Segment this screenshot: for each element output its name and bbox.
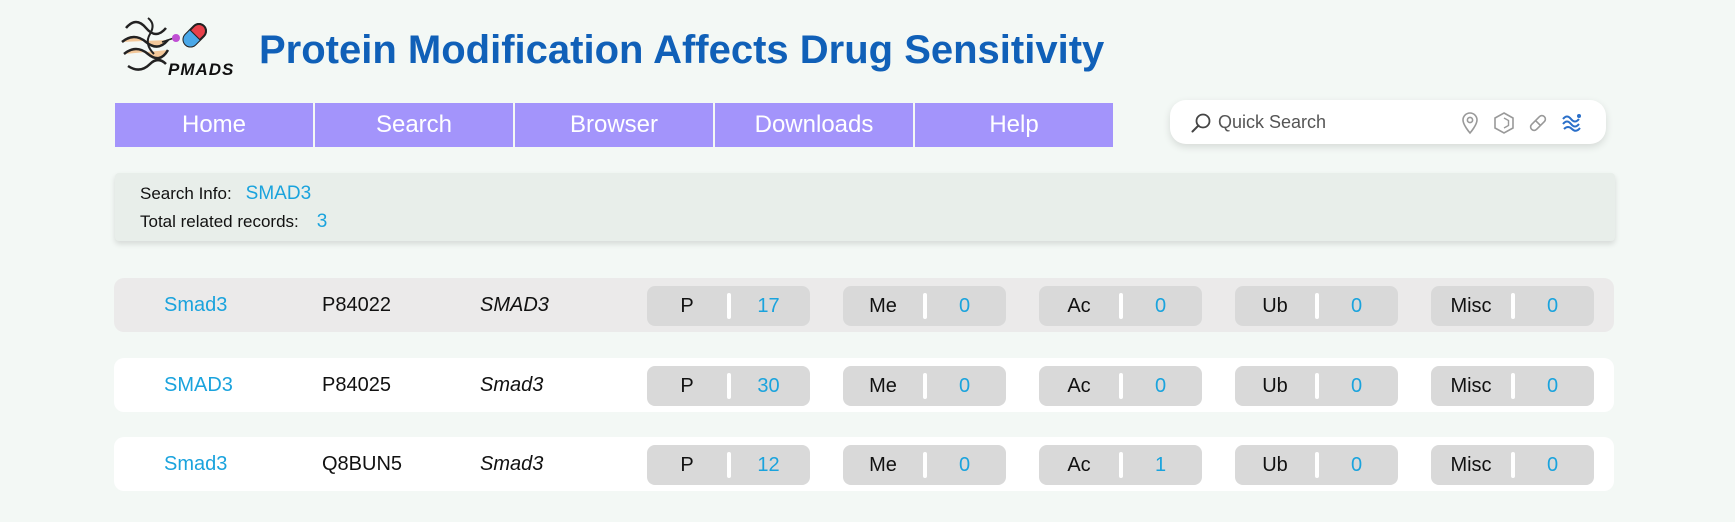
- quick-search-input[interactable]: [1218, 108, 1438, 136]
- mod-methylation[interactable]: Me 0: [843, 445, 1006, 485]
- mod-label: Me: [869, 374, 897, 397]
- mod-misc[interactable]: Misc 0: [1431, 366, 1594, 406]
- mod-count[interactable]: 0: [1123, 375, 1202, 398]
- mod-label: Me: [869, 294, 897, 317]
- mod-count[interactable]: 12: [731, 454, 810, 477]
- location-pin-icon[interactable]: [1458, 111, 1482, 135]
- mod-acetylation[interactable]: Ac 0: [1039, 286, 1202, 326]
- uniprot-accession: P84022: [322, 293, 391, 316]
- mod-count[interactable]: 0: [1123, 295, 1202, 318]
- nav-downloads[interactable]: Downloads: [715, 103, 913, 147]
- mod-label: Misc: [1450, 374, 1492, 397]
- mod-count[interactable]: 0: [1319, 454, 1398, 477]
- logo-text: PMADS: [168, 60, 235, 79]
- mod-acetylation[interactable]: Ac 0: [1039, 366, 1202, 406]
- search-info-panel: Search Info: SMAD3 Total related records:…: [115, 173, 1615, 241]
- mod-label: Ub: [1262, 294, 1288, 317]
- pmads-logo[interactable]: PMADS: [118, 14, 238, 80]
- mod-label: Ac: [1067, 453, 1091, 476]
- search-icon[interactable]: [1190, 112, 1212, 134]
- mod-label: Misc: [1450, 294, 1492, 317]
- mod-acetylation[interactable]: Ac 1: [1039, 445, 1202, 485]
- mod-ubiquitination[interactable]: Ub 0: [1235, 286, 1398, 326]
- mod-label: P: [680, 374, 694, 397]
- mod-misc[interactable]: Misc 0: [1431, 286, 1594, 326]
- result-row: Smad3 P84022 SMAD3 P 17 Me 0 Ac 0 Ub 0 Misc 0: [114, 278, 1614, 332]
- mod-misc[interactable]: Misc 0: [1431, 445, 1594, 485]
- uniprot-accession: Q8BUN5: [322, 452, 403, 475]
- mod-label: Me: [869, 453, 897, 476]
- search-info-line: Search Info: SMAD3: [140, 183, 311, 205]
- mod-count[interactable]: 0: [1319, 295, 1398, 318]
- mod-label: Ub: [1262, 374, 1288, 397]
- mod-label: Misc: [1450, 453, 1492, 476]
- mod-label: Ac: [1067, 374, 1091, 397]
- uniprot-accession: P84025: [322, 373, 391, 396]
- main-nav: Home Search Browser Downloads Help: [115, 103, 1113, 147]
- mod-count[interactable]: 0: [927, 454, 1006, 477]
- mod-label: Ac: [1067, 294, 1091, 317]
- protein-name-link[interactable]: SMAD3: [164, 358, 233, 412]
- mod-label: Ub: [1262, 453, 1288, 476]
- mod-count[interactable]: 0: [1515, 375, 1594, 398]
- mod-count[interactable]: 1: [1123, 454, 1202, 477]
- search-info-label: Search Info:: [140, 184, 232, 203]
- nav-browser[interactable]: Browser: [515, 103, 713, 147]
- mod-count[interactable]: 0: [1319, 375, 1398, 398]
- total-records-line: Total related records: 3: [140, 211, 327, 233]
- mod-count[interactable]: 0: [927, 375, 1006, 398]
- mod-ubiquitination[interactable]: Ub 0: [1235, 445, 1398, 485]
- result-row: Smad3 Q8BUN5 Smad3 P 12 Me 0 Ac 1 Ub 0 Misc 0: [114, 437, 1614, 491]
- nav-home[interactable]: Home: [115, 103, 313, 147]
- mod-count[interactable]: 0: [1515, 454, 1594, 477]
- gene-name: SMAD3: [480, 293, 549, 316]
- mod-phosphorylation[interactable]: P 17: [647, 286, 810, 326]
- mod-count[interactable]: 0: [1515, 295, 1594, 318]
- protein-structure-icon[interactable]: [1560, 111, 1584, 135]
- nav-help[interactable]: Help: [915, 103, 1113, 147]
- pill-icon[interactable]: [1526, 111, 1550, 135]
- mod-phosphorylation[interactable]: P 12: [647, 445, 810, 485]
- gene-name: Smad3: [480, 373, 544, 396]
- total-records-label: Total related records:: [140, 212, 299, 231]
- nav-search[interactable]: Search: [315, 103, 513, 147]
- protein-name-link[interactable]: Smad3: [164, 437, 227, 491]
- mod-count[interactable]: 30: [731, 375, 810, 398]
- mod-methylation[interactable]: Me 0: [843, 366, 1006, 406]
- page-title: Protein Modification Affects Drug Sensit…: [259, 28, 1105, 72]
- hexagon-icon[interactable]: [1492, 111, 1516, 135]
- mod-label: P: [680, 294, 694, 317]
- mod-count[interactable]: 17: [731, 295, 810, 318]
- total-records-value: 3: [316, 211, 328, 232]
- mod-phosphorylation[interactable]: P 30: [647, 366, 810, 406]
- search-info-value: SMAD3: [245, 183, 312, 204]
- mod-count[interactable]: 0: [927, 295, 1006, 318]
- mod-methylation[interactable]: Me 0: [843, 286, 1006, 326]
- quick-search-bar: [1170, 100, 1606, 144]
- protein-name-link[interactable]: Smad3: [164, 278, 227, 332]
- result-row: SMAD3 P84025 Smad3 P 30 Me 0 Ac 0 Ub 0 Misc 0: [114, 358, 1614, 412]
- mod-label: P: [680, 453, 694, 476]
- gene-name: Smad3: [480, 452, 544, 475]
- mod-ubiquitination[interactable]: Ub 0: [1235, 366, 1398, 406]
